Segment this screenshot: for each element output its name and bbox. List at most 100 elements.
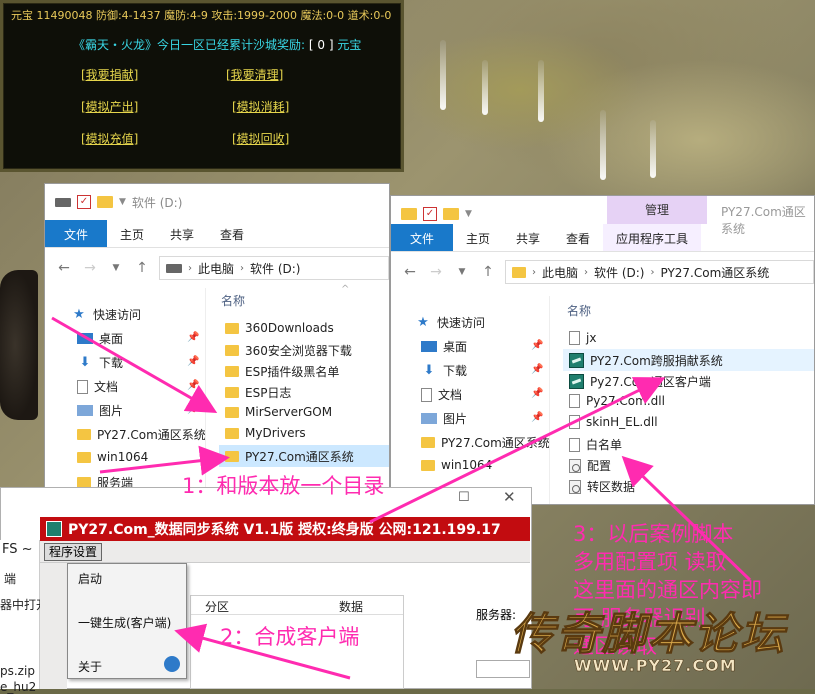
annotation-step3-line: 多用配置项 读取 (573, 550, 727, 574)
close-icon[interactable]: ✕ (503, 488, 516, 506)
tab-file[interactable]: 文件 (45, 220, 107, 247)
nav-py27-folder[interactable]: PY27.Com通区系统 (421, 434, 550, 451)
nav-desktop[interactable]: 桌面 (421, 338, 467, 355)
link-donate[interactable]: [我要捐献] (81, 66, 138, 83)
link-clean[interactable]: [我要清理] (226, 66, 283, 83)
forward-icon[interactable]: → (427, 264, 445, 280)
pin-icon[interactable]: 📌 (187, 332, 199, 343)
nav-quick-access[interactable]: ★ 快速访问 (71, 306, 141, 323)
tab-view[interactable]: 查看 (207, 220, 257, 247)
maximize-icon[interactable]: ☐ (458, 490, 470, 505)
file-row[interactable]: Py27.Com.dll (569, 394, 665, 408)
tab-home[interactable]: 主页 (107, 220, 157, 247)
tab-file[interactable]: 文件 (391, 224, 453, 251)
dll-icon (569, 415, 580, 429)
column-partition[interactable]: 分区 (205, 598, 229, 615)
nav-py27-folder[interactable]: PY27.Com通区系统 (77, 426, 206, 443)
breadcrumb-separator: › (532, 266, 536, 278)
back-icon[interactable]: ← (55, 260, 73, 276)
nav-quick-access[interactable]: ★ 快速访问 (415, 314, 485, 331)
forward-icon[interactable]: → (81, 260, 99, 276)
tab-share[interactable]: 共享 (157, 220, 207, 247)
nav-label: 图片 (99, 404, 124, 418)
menu-program-settings[interactable]: 程序设置 (44, 543, 103, 561)
address-bar[interactable]: › 此电脑 › 软件 (D:) (159, 256, 389, 280)
nav-pictures[interactable]: 图片 (77, 402, 123, 419)
pin-icon[interactable]: 📌 (531, 364, 543, 375)
file-label: 配置 (587, 459, 612, 473)
column-name-header[interactable]: 名称 (567, 302, 591, 319)
pin-icon[interactable]: 📌 (187, 356, 199, 367)
nav-pictures[interactable]: 图片 (421, 410, 467, 427)
pin-icon[interactable]: 📌 (187, 404, 199, 415)
chevron-down-icon[interactable]: ▼ (119, 197, 126, 207)
file-row[interactable]: skinH_EL.dll (569, 415, 658, 429)
tab-home[interactable]: 主页 (453, 224, 503, 251)
pin-icon[interactable]: 📌 (531, 412, 543, 423)
column-data[interactable]: 数据 (339, 598, 363, 615)
link-simulate-consume[interactable]: [模拟消耗] (232, 98, 289, 115)
nav-documents[interactable]: 文档 (421, 386, 462, 403)
menu-item-about[interactable]: 关于 (78, 658, 102, 675)
nav-label: 图片 (443, 412, 468, 426)
pin-icon[interactable]: 📌 (531, 388, 543, 399)
file-row[interactable]: 360安全浏览器下载 (225, 342, 352, 359)
tab-share[interactable]: 共享 (503, 224, 553, 251)
nav-downloads[interactable]: ⬇ 下载 (77, 354, 123, 371)
file-row[interactable]: ESP插件级黑名单 (225, 363, 339, 380)
file-row[interactable]: ESP日志 (225, 384, 291, 401)
file-row-hover[interactable]: PY27.Com跨服捐献系统 (563, 349, 814, 371)
file-row-selected[interactable]: PY27.Com通区系统 (219, 445, 389, 467)
drive-icon (166, 263, 182, 273)
file-row[interactable]: 360Downloads (225, 321, 334, 335)
menu-item-start[interactable]: 启动 (78, 570, 102, 587)
new-folder-icon[interactable] (443, 208, 459, 220)
new-folder-icon[interactable] (97, 196, 113, 208)
pin-icon[interactable]: 📌 (531, 340, 543, 351)
back-icon[interactable]: ← (401, 264, 419, 280)
nav-win1064[interactable]: win1064 (77, 450, 148, 464)
nav-downloads[interactable]: ⬇ 下载 (421, 362, 467, 379)
breadcrumb-drive[interactable]: 软件 (D:) (594, 264, 644, 281)
breadcrumb-drive[interactable]: 软件 (D:) (250, 260, 300, 277)
nav-win1064[interactable]: win1064 (421, 458, 492, 472)
link-simulate-recycle[interactable]: [模拟回收] (232, 130, 289, 147)
explorer-window-right: ✓ ▼ 管理 PY27.Com通区系统 文件 主页 共享 查看 应用程序工具 ←… (390, 195, 815, 505)
tab-app-tools[interactable]: 应用程序工具 (603, 224, 702, 251)
up-icon[interactable]: ↑ (479, 264, 497, 280)
app-icon (569, 374, 584, 389)
nav-documents[interactable]: 文档 (77, 378, 118, 395)
file-row[interactable]: 配置 (569, 457, 611, 474)
file-row[interactable]: jx (569, 331, 596, 345)
breadcrumb-this-pc[interactable]: 此电脑 (198, 260, 234, 277)
recent-chevron-icon[interactable]: ▼ (453, 267, 471, 277)
game-info-panel: 元宝 11490048 防御:4-1437 魔防:4-9 攻击:1999-200… (0, 0, 404, 172)
file-row[interactable]: Py27.Com通区客户端 (569, 373, 711, 390)
link-simulate-recharge[interactable]: [模拟充值] (81, 130, 138, 147)
properties-icon[interactable]: ✓ (77, 195, 91, 209)
chevron-down-icon[interactable]: ▼ (465, 209, 472, 219)
context-tab-manage[interactable]: 管理 (607, 196, 707, 224)
nav-desktop[interactable]: 桌面 (77, 330, 123, 347)
up-icon[interactable]: ↑ (133, 260, 151, 276)
file-row[interactable]: MirServerGOM (225, 405, 332, 419)
breadcrumb-this-pc[interactable]: 此电脑 (542, 264, 578, 281)
file-row[interactable]: MyDrivers (225, 426, 306, 440)
file-row[interactable]: 转区数据 (569, 478, 635, 495)
link-simulate-output[interactable]: [模拟产出] (81, 98, 138, 115)
game-reward-line: 《霸天・火龙》今日一区已经累计沙城奖励: [ 0 ] 元宝 (73, 36, 361, 53)
properties-icon[interactable]: ✓ (423, 207, 437, 221)
folder-icon (225, 322, 239, 334)
pin-icon[interactable]: 📌 (187, 380, 199, 391)
breadcrumb-folder[interactable]: PY27.Com通区系统 (660, 264, 769, 281)
tab-view[interactable]: 查看 (553, 224, 603, 251)
folder-icon (225, 387, 239, 398)
address-bar[interactable]: › 此电脑 › 软件 (D:) › PY27.Com通区系统 (505, 260, 814, 284)
folder-icon (225, 406, 239, 418)
site-watermark: 传奇脚本论坛 WWW.PY27.COM (510, 598, 810, 688)
menu-item-generate-client[interactable]: 一键生成(客户端) (78, 614, 171, 631)
recent-chevron-icon[interactable]: ▼ (107, 263, 125, 273)
file-row[interactable]: 白名单 (569, 436, 622, 453)
column-name-header[interactable]: 名称 (221, 292, 245, 309)
nav-label: win1064 (97, 450, 149, 464)
